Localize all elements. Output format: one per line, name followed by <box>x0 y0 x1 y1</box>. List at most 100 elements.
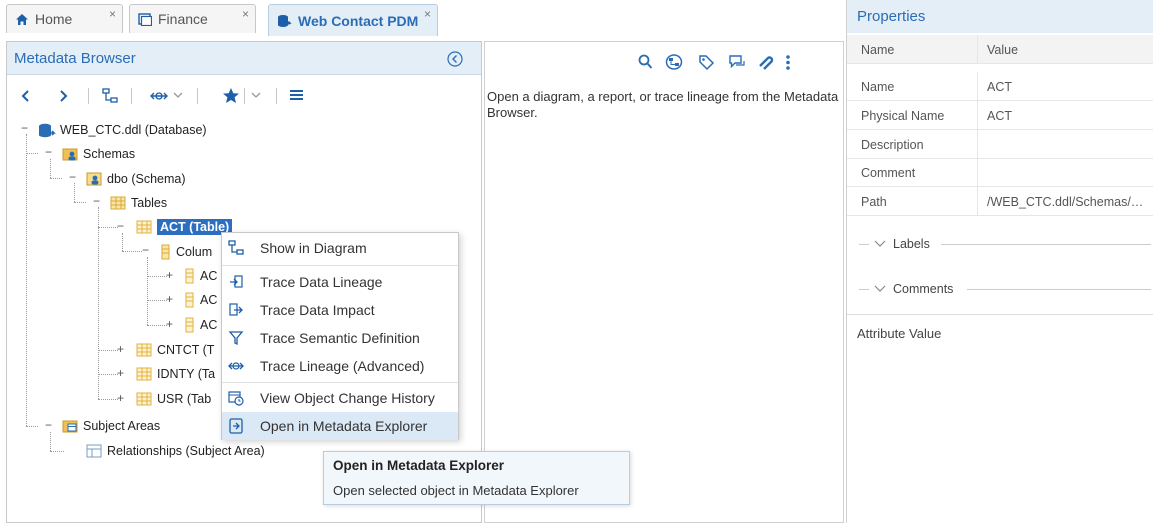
menu-item-trace-lineage-advanced[interactable]: Trace Lineage (Advanced) <box>222 352 458 380</box>
chevron-down-icon[interactable] <box>173 92 183 99</box>
tree-node-subject-areas[interactable]: Subject Areas <box>62 416 160 436</box>
context-menu: Show in Diagram Trace Data Lineage Trace… <box>221 232 459 440</box>
lineage-icon[interactable] <box>150 88 168 104</box>
comments-section-toggle[interactable]: Comments <box>859 281 1151 297</box>
tree-node-label: Colum <box>176 245 213 259</box>
tooltip-title: Open in Metadata Explorer <box>333 458 505 473</box>
property-name: Comment <box>861 166 916 180</box>
tree-node-label: AC <box>200 318 218 332</box>
toolbar-divider <box>88 88 89 104</box>
menu-item-show-in-diagram[interactable]: Show in Diagram <box>222 234 458 262</box>
column-icon <box>185 317 194 333</box>
tooltip: Open in Metadata Explorer Open selected … <box>323 451 630 505</box>
menu-item-label: Show in Diagram <box>260 240 367 256</box>
tree-node-schemas[interactable]: Schemas <box>62 144 135 164</box>
subject-area-folder-icon <box>62 420 78 433</box>
search-icon[interactable] <box>638 54 653 70</box>
tree-node-tables[interactable]: Tables <box>110 193 167 213</box>
column-header-name: Name <box>861 43 895 57</box>
tree-connector <box>147 300 167 301</box>
column-divider <box>977 130 978 158</box>
menu-separator <box>222 265 458 266</box>
menu-item-trace-data-lineage[interactable]: Trace Data Lineage <box>222 268 458 296</box>
tree-node-database[interactable]: WEB_CTC.ddl (Database) <box>38 120 207 140</box>
close-icon[interactable]: × <box>109 7 116 21</box>
comment-icon[interactable] <box>728 54 746 71</box>
chevron-down-icon[interactable] <box>251 92 261 99</box>
property-value: ACT <box>987 80 1012 94</box>
tab-finance[interactable]: Finance × <box>129 4 256 33</box>
tree-node-label: IDNTY (Ta <box>157 367 216 381</box>
labels-section-toggle[interactable]: Labels <box>859 236 1151 252</box>
collapse-toggle[interactable]: − <box>45 146 52 158</box>
collapse-toggle[interactable]: − <box>69 171 76 183</box>
section-rule <box>967 289 1151 290</box>
column-divider <box>977 35 978 63</box>
table-icon <box>136 392 152 406</box>
menu-item-open-in-metadata-explorer[interactable]: Open in Metadata Explorer <box>222 412 458 440</box>
more-icon[interactable] <box>785 54 791 71</box>
tree-connector <box>50 432 51 451</box>
back-icon[interactable] <box>21 89 30 103</box>
tree-connector <box>50 159 51 178</box>
metadata-browser-header: Metadata Browser <box>7 42 481 75</box>
forward-icon[interactable] <box>59 89 68 103</box>
database-icon <box>39 123 56 137</box>
lineage-in-icon <box>230 275 243 288</box>
tag-icon[interactable] <box>698 54 715 71</box>
tab-label: Home <box>35 11 73 27</box>
diagram-icon[interactable] <box>102 88 118 104</box>
menu-separator <box>222 382 458 383</box>
collapse-toggle[interactable]: − <box>21 122 28 134</box>
tree-connector <box>147 276 167 277</box>
expand-toggle[interactable]: + <box>117 367 124 379</box>
tree-node-column[interactable]: AC <box>184 315 217 335</box>
tree-node-table-usr[interactable]: USR (Tab <box>136 389 211 409</box>
column-divider <box>977 72 978 100</box>
tree-node-table-idnty[interactable]: IDNTY (Ta <box>136 364 215 384</box>
toolbar-divider <box>244 88 245 104</box>
collapse-toggle[interactable]: − <box>142 244 149 256</box>
expand-toggle[interactable]: + <box>117 392 124 404</box>
tree-node-label: AC <box>200 293 218 307</box>
properties-header: Properties <box>847 0 1153 33</box>
list-icon[interactable] <box>290 89 303 101</box>
collapse-toggle[interactable]: − <box>45 419 52 431</box>
tree-node-schema-dbo[interactable]: dbo (Schema) <box>86 169 186 189</box>
property-row: Physical Name ACT <box>847 101 1153 130</box>
subject-area-icon <box>86 444 102 458</box>
collapse-icon[interactable] <box>447 51 463 67</box>
close-icon[interactable]: × <box>424 7 431 21</box>
impact-icon <box>229 303 243 316</box>
collapse-toggle[interactable]: − <box>117 220 124 232</box>
expand-toggle[interactable]: + <box>166 293 173 305</box>
tree-node-label: AC <box>200 269 218 283</box>
window-icon <box>138 13 152 26</box>
menu-item-trace-semantic-definition[interactable]: Trace Semantic Definition <box>222 324 458 352</box>
column-divider <box>977 158 978 186</box>
tree-node-table-cntct[interactable]: CNTCT (T <box>136 340 214 360</box>
collapse-toggle[interactable]: − <box>93 195 100 207</box>
tree-connector <box>147 257 148 325</box>
tree-node-table-act[interactable]: ACT (Table) <box>136 217 233 237</box>
tree-node-columns[interactable]: Colum <box>160 242 212 262</box>
expand-toggle[interactable]: + <box>166 318 173 330</box>
property-name: Description <box>861 138 924 152</box>
tab-home[interactable]: Home × <box>6 4 123 33</box>
tab-web-contact-pdm[interactable]: Web Contact PDM × <box>268 4 438 36</box>
close-icon[interactable]: × <box>242 7 249 21</box>
diagram-icon[interactable] <box>665 54 683 71</box>
attachment-icon[interactable] <box>757 54 775 71</box>
tree-node-label: dbo (Schema) <box>107 172 186 186</box>
tree-node-column[interactable]: AC <box>184 290 217 310</box>
empty-state-hint: Open a diagram, a report, or trace linea… <box>487 89 839 120</box>
star-icon[interactable] <box>222 87 240 104</box>
properties-panel: Properties Name Value Name ACT Physical … <box>846 0 1153 523</box>
menu-item-view-change-history[interactable]: View Object Change History <box>222 384 458 412</box>
expand-toggle[interactable]: + <box>166 269 173 281</box>
expand-toggle[interactable]: + <box>117 343 124 355</box>
menu-item-trace-data-impact[interactable]: Trace Data Impact <box>222 296 458 324</box>
tree-node-column[interactable]: AC <box>184 266 217 286</box>
semantic-icon <box>228 331 244 346</box>
tree-node-relationships[interactable]: Relationships (Subject Area) <box>86 441 265 461</box>
